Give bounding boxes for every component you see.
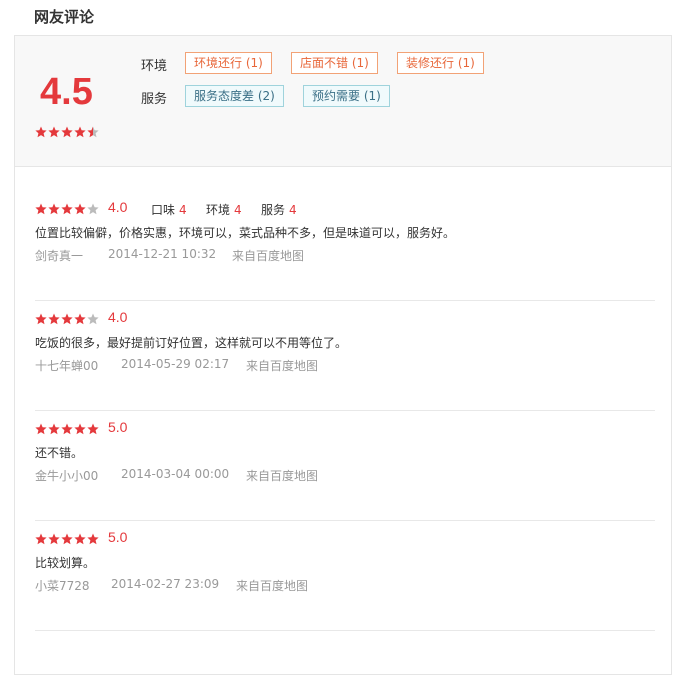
- star-icon: [61, 533, 73, 545]
- star-icon: [87, 126, 99, 138]
- review-time: 2014-02-27 23:09: [111, 577, 220, 591]
- star-icon: [48, 203, 60, 215]
- star-icon: [61, 313, 73, 325]
- review-text: 比较划算。: [35, 556, 96, 570]
- section-title: 网友评论: [34, 8, 95, 26]
- star-icon: [87, 423, 99, 435]
- review-score: 4.0: [108, 199, 128, 215]
- review-time: 2014-12-21 10:32: [108, 247, 217, 261]
- subscore-taste: 口味 4: [151, 201, 187, 218]
- star-icon: [35, 423, 47, 435]
- star-icon: [74, 313, 86, 325]
- review-user[interactable]: 十七年蝉00: [35, 357, 98, 374]
- star-icon: [61, 203, 73, 215]
- review-panel: 4.5 环境 环境还行 (1) 店面不错 (1) 装修还行 (1) 服务 服务态…: [14, 35, 672, 675]
- subscore-service: 服务 4: [261, 201, 297, 218]
- star-icon: [48, 313, 60, 325]
- review-user[interactable]: 小菜7728: [35, 577, 90, 594]
- review-user[interactable]: 剑奇真一: [35, 247, 83, 264]
- star-icon: [48, 126, 60, 138]
- star-icon: [74, 423, 86, 435]
- review-source: 来自百度地图: [246, 469, 319, 483]
- review-source: 来自百度地图: [246, 359, 319, 373]
- review-item: 4.0 吃饭的很多，最好提前订好位置，这样就可以不用等位了。 十七年蝉00 20…: [35, 301, 655, 411]
- review-user[interactable]: 金牛小小00: [35, 467, 98, 484]
- star-icon: [61, 423, 73, 435]
- review-time: 2014-05-29 02:17: [121, 357, 230, 371]
- star-icon: [74, 203, 86, 215]
- star-icon: [35, 126, 47, 138]
- review-score: 5.0: [108, 529, 128, 545]
- review-item: 5.0 还不错。 金牛小小00 2014-03-04 00:00 来自百度地图: [35, 411, 655, 521]
- review-star-rating: [35, 533, 99, 545]
- star-icon: [74, 126, 86, 138]
- review-score: 5.0: [108, 419, 128, 435]
- subscore-label: 环境: [206, 203, 231, 217]
- review-source: 来自百度地图: [232, 249, 305, 263]
- review-time: 2014-03-04 00:00: [121, 467, 230, 481]
- subscore-value: 4: [289, 203, 297, 217]
- star-icon: [48, 533, 60, 545]
- review-score: 4.0: [108, 309, 128, 325]
- star-icon: [35, 203, 47, 215]
- review-text: 还不错。: [35, 446, 84, 460]
- tag-chip[interactable]: 环境还行 (1): [185, 52, 272, 74]
- review-item: 5.0 比较划算。 小菜7728 2014-02-27 23:09 来自百度地图: [35, 521, 655, 631]
- overall-score: 4.5: [40, 71, 93, 113]
- review-text: 位置比较偏僻，价格实惠，环境可以，菜式品种不多，但是味道可以，服务好。: [35, 226, 456, 240]
- subscore-value: 4: [179, 203, 187, 217]
- tag-chip[interactable]: 装修还行 (1): [397, 52, 484, 74]
- star-icon: [48, 423, 60, 435]
- tag-chip[interactable]: 服务态度差 (2): [185, 85, 284, 107]
- review-source: 来自百度地图: [236, 579, 309, 593]
- tag-category: 服务: [141, 92, 168, 107]
- tag-chip[interactable]: 店面不错 (1): [291, 52, 378, 74]
- review-star-rating: [35, 423, 99, 435]
- review-text: 吃饭的很多，最好提前订好位置，这样就可以不用等位了。: [35, 336, 348, 350]
- subscore-label: 服务: [261, 203, 286, 217]
- review-star-rating: [35, 313, 99, 325]
- rating-summary: 4.5 环境 环境还行 (1) 店面不错 (1) 装修还行 (1) 服务 服务态…: [15, 36, 671, 167]
- review-item: 4.0 口味 4 环境 4 服务 4 位置比较偏僻，价格实惠，环境可以，菜式品种不多，…: [35, 191, 655, 301]
- star-icon: [87, 313, 99, 325]
- overall-star-rating: [35, 126, 99, 138]
- star-icon: [61, 126, 73, 138]
- subscore-label: 口味: [151, 203, 176, 217]
- tag-category: 环境: [141, 59, 168, 74]
- star-icon: [35, 533, 47, 545]
- subscore-value: 4: [234, 203, 242, 217]
- review-star-rating: [35, 203, 99, 215]
- star-icon: [35, 313, 47, 325]
- subscore-environment: 环境 4: [206, 201, 242, 218]
- star-icon: [87, 533, 99, 545]
- star-icon: [87, 203, 99, 215]
- star-icon: [74, 533, 86, 545]
- tag-chip[interactable]: 预约需要 (1): [303, 85, 390, 107]
